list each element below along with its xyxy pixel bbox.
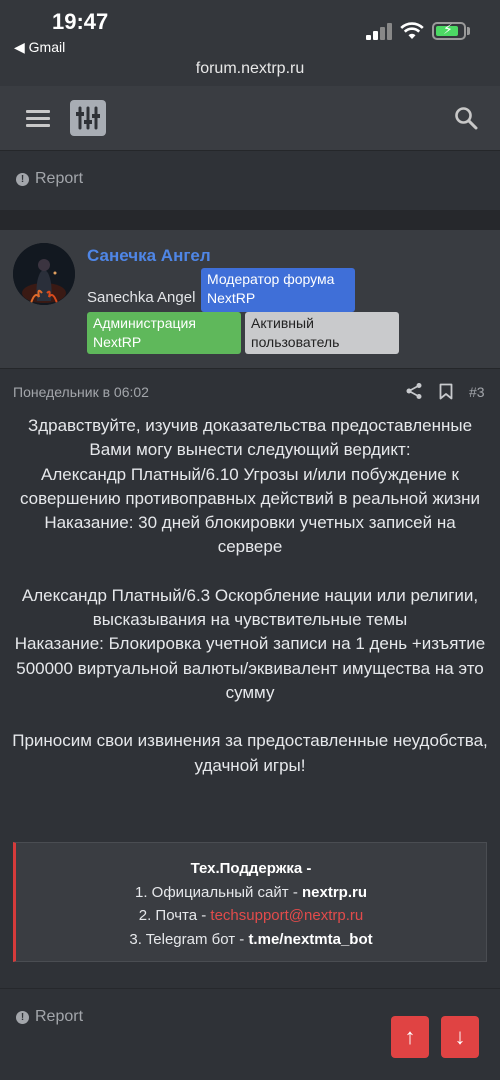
author-username: Sanechka Angel xyxy=(87,289,196,306)
search-icon[interactable] xyxy=(454,106,478,130)
telegram-link[interactable]: t.me/nextmta_bot xyxy=(248,931,372,948)
post-author-header: Санечка Ангел Sanechka Angel Модератор ф… xyxy=(0,230,500,369)
wifi-icon xyxy=(400,22,424,39)
battery-icon: ⚡ xyxy=(432,21,466,40)
author-display-name[interactable]: Санечка Ангел xyxy=(87,246,211,266)
post-date[interactable]: Понедельник в 06:02 xyxy=(13,384,149,400)
post-paragraph: Наказание: Блокировка учетной записи на … xyxy=(14,634,486,702)
scroll-down-button[interactable]: ↓ xyxy=(441,1016,479,1058)
bookmark-icon[interactable] xyxy=(439,383,453,400)
previous-post-footer: ! Report xyxy=(0,151,500,209)
support-site-line: 1. Официальный сайт - nextrp.ru xyxy=(135,883,367,901)
site-link[interactable]: nextrp.ru xyxy=(302,884,367,901)
post-separator xyxy=(0,210,500,230)
battery-cap xyxy=(467,27,470,35)
support-quote-block: Тех.Поддержка - 1. Официальный сайт - ne… xyxy=(13,842,487,962)
email-link[interactable]: techsupport@nextrp.ru xyxy=(210,907,363,924)
share-icon[interactable] xyxy=(405,382,423,400)
report-link[interactable]: ! Report xyxy=(16,1008,83,1026)
moderator-badge: Модератор форума NextRP xyxy=(201,268,355,312)
report-link[interactable]: ! Report xyxy=(16,170,83,188)
ios-status-bar: 19:47 ◀ Gmail ⚡ forum.nextrp.ru xyxy=(0,0,500,86)
support-title: Тех.Поддержка - xyxy=(190,860,312,877)
post-body: Здравствуйте, изучив доказательства пред… xyxy=(10,414,490,778)
back-to-gmail-link[interactable]: ◀ Gmail xyxy=(14,39,65,56)
sliders-icon[interactable] xyxy=(70,100,106,136)
post-paragraph: Александр Платный/6.3 Оскорбление нации … xyxy=(21,585,479,630)
alert-icon: ! xyxy=(16,1010,29,1024)
active-user-badge: Активный пользователь xyxy=(245,312,399,354)
report-label: Report xyxy=(35,1008,84,1025)
post-paragraph: Наказание: 30 дней блокировки учетных за… xyxy=(44,513,456,557)
clock: 19:47 xyxy=(52,9,109,34)
support-telegram-line: 3. Telegram бот - t.me/nextmta_bot xyxy=(129,930,373,948)
avatar[interactable] xyxy=(13,243,75,305)
admin-badge: Администрация NextRP xyxy=(87,312,241,354)
post-number-link[interactable]: #3 xyxy=(469,384,485,400)
post-paragraph: Приносим свои извинения за предоставленн… xyxy=(12,731,488,775)
forum-navbar xyxy=(0,86,500,151)
post-paragraph: Здравствуйте, изучив доказательства пред… xyxy=(27,416,473,460)
cell-signal-icon xyxy=(366,22,392,40)
address-bar-url[interactable]: forum.nextrp.ru xyxy=(0,60,500,78)
scroll-up-button[interactable]: ↑ xyxy=(391,1016,429,1058)
hamburger-icon[interactable] xyxy=(26,110,50,128)
alert-icon: ! xyxy=(16,172,29,186)
post-paragraph: Александр Платный/6.10 Угрозы и/или побу… xyxy=(19,464,481,508)
support-email-line: 2. Почта - techsupport@nextrp.ru xyxy=(138,907,364,924)
report-label: Report xyxy=(35,170,84,187)
